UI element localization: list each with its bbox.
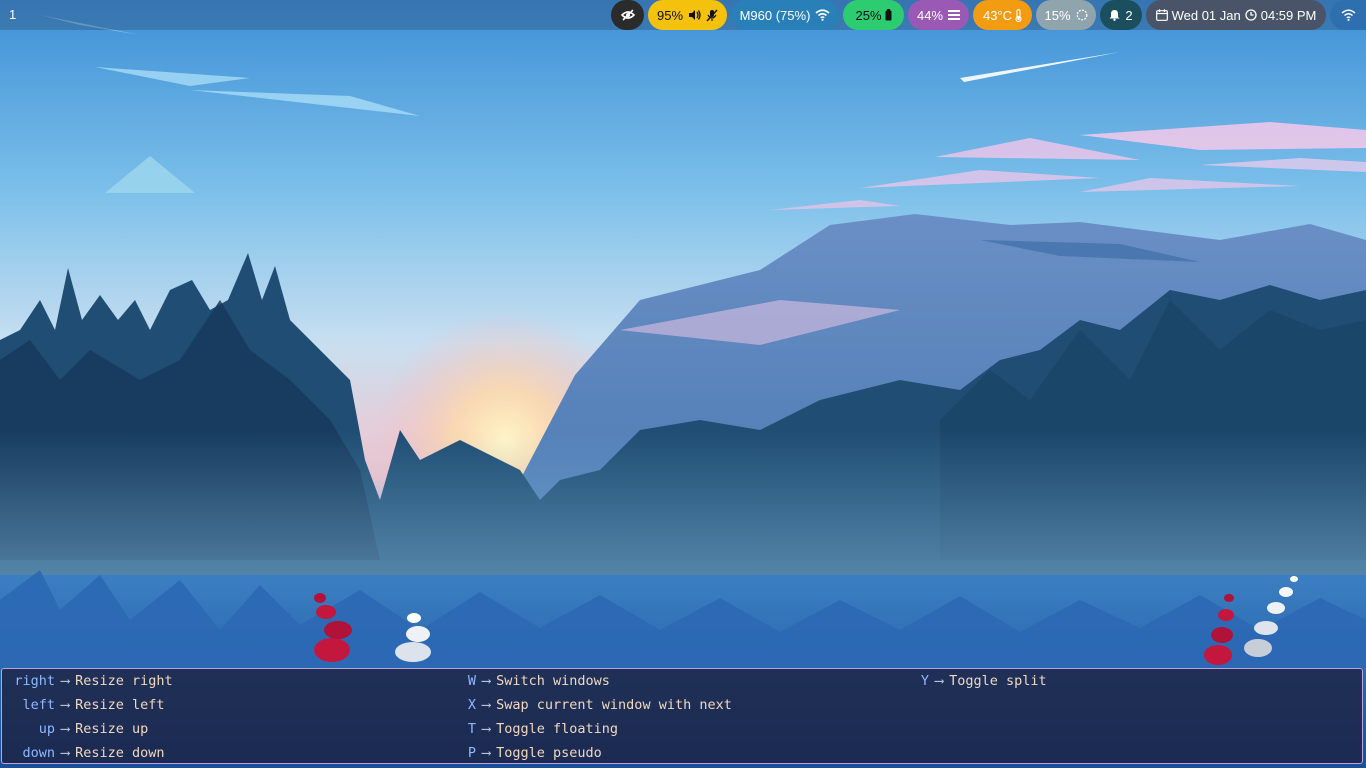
volume-module[interactable]: 95% <box>648 0 727 30</box>
keybind-swap-window[interactable]: X ⟶ Swap current window with next <box>466 695 732 715</box>
keybind-description: Resize left <box>75 697 165 713</box>
keybind-toggle-pseudo[interactable]: P ⟶ Toggle pseudo <box>466 743 602 763</box>
keybind-resize-right[interactable]: right ⟶ Resize right <box>10 671 173 691</box>
cpu-usage: 15% <box>1044 7 1071 23</box>
keybind-description: Swap current window with next <box>496 697 732 713</box>
wifi-tray[interactable] <box>1330 0 1366 30</box>
arrow-icon: ⟶ <box>482 745 491 761</box>
keybind-resize-down[interactable]: down ⟶ Resize down <box>10 743 165 763</box>
network-module[interactable]: M960 (75%) <box>731 0 839 30</box>
clock-module[interactable]: Wed 01 Jan 04:59 PM <box>1146 0 1326 30</box>
keybind-toggle-floating[interactable]: T ⟶ Toggle floating <box>466 719 618 739</box>
keybind-key: T <box>467 721 476 737</box>
notifications-module[interactable]: 2 <box>1100 0 1142 30</box>
mic-muted-icon <box>706 9 718 22</box>
thermometer-icon <box>1015 8 1022 22</box>
battery-level: 25% <box>855 7 882 23</box>
network-ssid: M960 (75%) <box>739 7 811 23</box>
time-text: 04:59 PM <box>1260 7 1317 23</box>
cpu-icon <box>1076 9 1088 21</box>
arrow-icon: ⟶ <box>61 697 70 713</box>
eye-off-icon <box>620 9 635 21</box>
arrow-icon: ⟶ <box>482 673 491 689</box>
arrow-icon: ⟶ <box>61 721 70 737</box>
keybinding-hints-panel: right ⟶ Resize right left ⟶ Resize left up ⟶ R… <box>1 668 1363 764</box>
keybind-key: P <box>467 745 476 761</box>
arrow-icon: ⟶ <box>61 745 70 761</box>
temperature-value: 43°C <box>982 7 1013 23</box>
keybind-description: Toggle pseudo <box>496 745 602 761</box>
idle-inhibitor[interactable] <box>611 0 644 30</box>
speaker-icon <box>688 9 701 21</box>
memory-usage: 44% <box>916 7 944 23</box>
memory-icon <box>948 10 961 20</box>
keybind-switch-windows[interactable]: W ⟶ Switch windows <box>466 671 610 691</box>
arrow-icon: ⟶ <box>935 673 944 689</box>
keybind-key: up <box>38 721 55 737</box>
keybind-key: left <box>22 697 55 713</box>
top-bar: 1 95% M960 (75%) 25% 44% 43°C 15% 2 Wed … <box>0 0 1366 30</box>
battery-icon <box>885 9 892 21</box>
arrow-icon: ⟶ <box>482 721 491 737</box>
keybind-description: Toggle floating <box>496 721 619 737</box>
memory-module[interactable]: 44% <box>908 0 969 30</box>
keybind-resize-up[interactable]: up ⟶ Resize up <box>10 719 149 739</box>
keybind-description: Resize down <box>75 745 165 761</box>
temperature-module[interactable]: 43°C <box>973 0 1032 30</box>
keybind-toggle-split[interactable]: Y ⟶ Toggle split <box>919 671 1047 691</box>
keybind-key: W <box>467 673 476 689</box>
arrow-icon: ⟶ <box>61 673 70 689</box>
notification-count: 2 <box>1125 7 1133 23</box>
keybind-key: right <box>14 673 55 689</box>
date-text: Wed 01 Jan <box>1171 7 1241 23</box>
keybind-resize-left[interactable]: left ⟶ Resize left <box>10 695 165 715</box>
keybind-key: down <box>22 745 55 761</box>
wifi-icon <box>1341 9 1356 21</box>
desktop-wallpaper <box>0 0 1366 768</box>
keybind-description: Resize up <box>75 721 149 737</box>
keybind-description: Switch windows <box>496 673 610 689</box>
arrow-icon: ⟶ <box>482 697 491 713</box>
bell-icon <box>1109 9 1120 21</box>
volume-level: 95% <box>656 7 684 23</box>
calendar-icon <box>1155 9 1168 21</box>
keybind-description: Resize right <box>75 673 173 689</box>
battery-module[interactable]: 25% <box>843 0 904 30</box>
cpu-module[interactable]: 15% <box>1036 0 1096 30</box>
keybind-key: X <box>467 697 476 713</box>
keybind-description: Toggle split <box>949 673 1047 689</box>
wifi-icon <box>815 9 830 21</box>
workspace-indicator[interactable]: 1 <box>9 7 16 22</box>
keybind-key: Y <box>920 673 929 689</box>
clock-icon <box>1245 9 1257 21</box>
